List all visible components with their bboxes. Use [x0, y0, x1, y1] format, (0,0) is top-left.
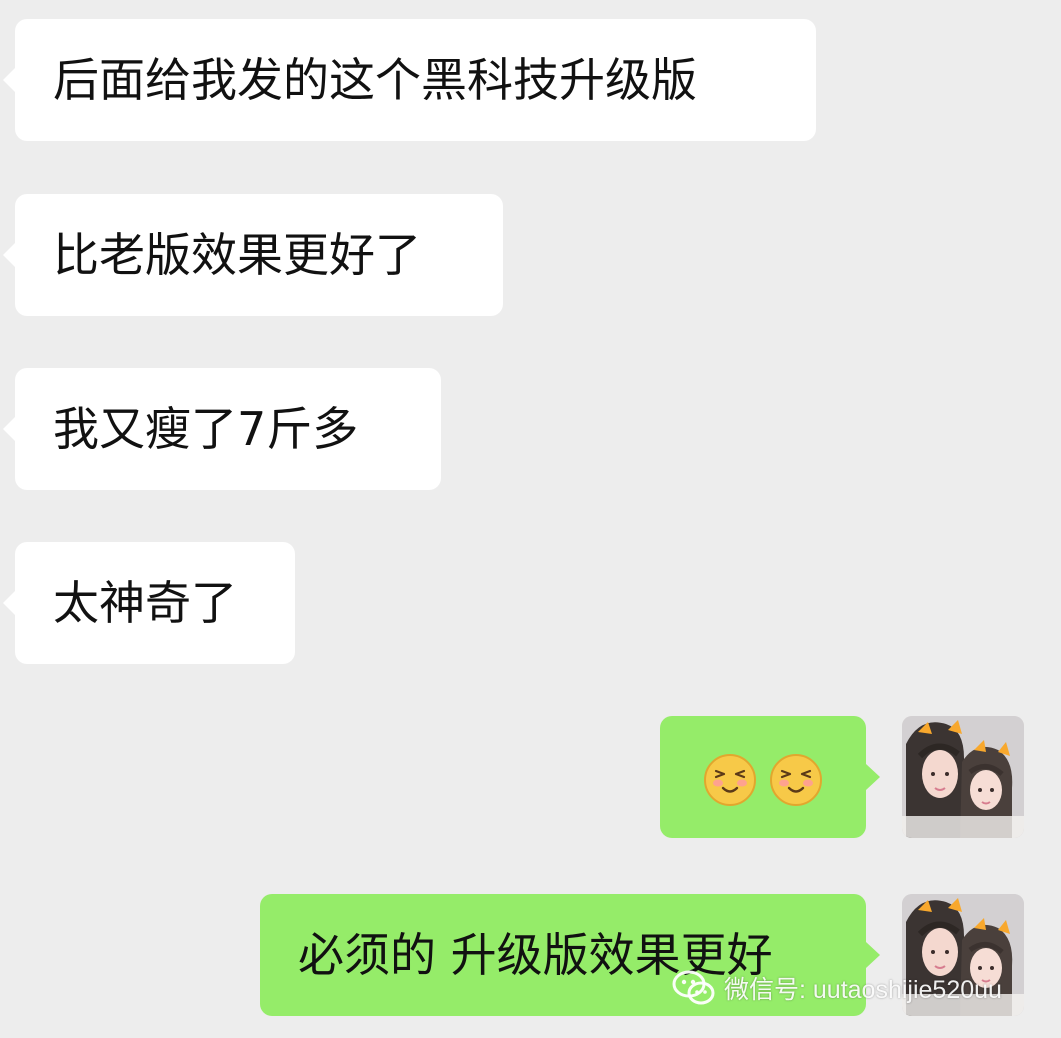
message-text: 太神奇了 — [53, 576, 237, 630]
sender-avatar[interactable] — [902, 716, 1024, 838]
heart-eyes-emoji-icon — [770, 754, 822, 806]
heart-eyes-emoji-icon — [704, 754, 756, 806]
watermark-text: 微信号: uutaoshijie520uu — [724, 976, 1002, 1004]
outgoing-emoji-message[interactable] — [660, 716, 880, 838]
incoming-message[interactable]: 我又瘦了7斤多 — [3, 368, 441, 490]
incoming-message[interactable]: 后面给我发的这个黑科技升级版 — [3, 19, 816, 141]
emoji-row — [702, 752, 824, 808]
wechat-icon — [672, 970, 715, 1005]
avatar-photo-icon — [902, 716, 1024, 838]
message-text: 后面给我发的这个黑科技升级版 — [53, 53, 697, 107]
message-text: 我又瘦了7斤多 — [53, 402, 359, 456]
incoming-message[interactable]: 太神奇了 — [3, 542, 295, 664]
wechat-watermark: 微信号: uutaoshijie520uu — [672, 966, 1002, 1010]
message-text: 比老版效果更好了 — [53, 228, 421, 282]
incoming-message[interactable]: 比老版效果更好了 — [3, 194, 503, 316]
